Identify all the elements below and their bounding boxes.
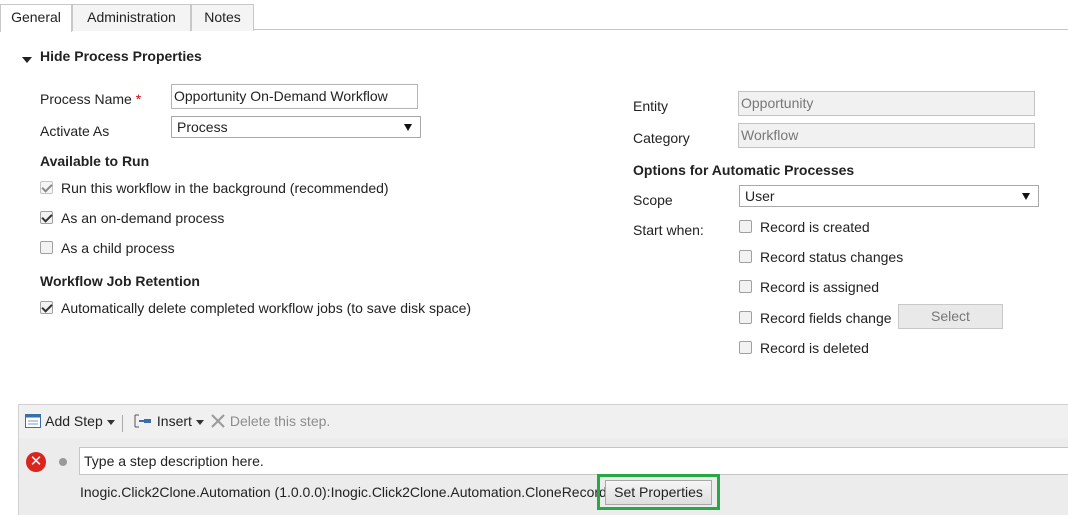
record-assigned-label: Record is assigned bbox=[760, 279, 880, 295]
on-demand-checkbox[interactable] bbox=[40, 211, 53, 224]
tab-general[interactable]: General bbox=[0, 4, 72, 32]
delete-step-button[interactable]: Delete this step. bbox=[210, 413, 330, 429]
record-created-label: Record is created bbox=[760, 219, 870, 235]
scope-value: User bbox=[745, 188, 775, 204]
run-in-background-checkbox[interactable] bbox=[40, 181, 53, 194]
child-process-label: As a child process bbox=[61, 240, 175, 256]
record-status-changes-checkbox[interactable] bbox=[739, 250, 752, 263]
record-assigned-checkbox[interactable] bbox=[739, 280, 752, 293]
scope-label: Scope bbox=[633, 192, 673, 208]
start-when-label: Start when: bbox=[633, 222, 704, 238]
activate-as-select[interactable]: Process bbox=[171, 116, 421, 138]
chevron-down-icon bbox=[195, 419, 204, 425]
entity-label: Entity bbox=[633, 98, 669, 114]
insert-button[interactable]: Insert bbox=[133, 413, 204, 429]
process-name-label: Process Name * bbox=[40, 91, 141, 107]
run-in-background-label: Run this workflow in the background (rec… bbox=[61, 180, 389, 196]
category-field: Workflow bbox=[738, 123, 1035, 148]
process-name-label-text: Process Name bbox=[40, 91, 132, 107]
step-assembly-text: Inogic.Click2Clone.Automation (1.0.0.0):… bbox=[80, 484, 614, 500]
add-step-label: Add Step bbox=[45, 413, 103, 429]
step-description-input[interactable]: Type a step description here. bbox=[79, 447, 1068, 475]
record-deleted-checkbox[interactable] bbox=[739, 341, 752, 354]
insert-label: Insert bbox=[156, 413, 192, 429]
step-bullet bbox=[59, 458, 67, 466]
tab-administration[interactable]: Administration bbox=[72, 4, 191, 31]
chevron-down-icon bbox=[106, 419, 115, 425]
on-demand-label: As an on-demand process bbox=[61, 210, 225, 226]
tab-bar: General Administration Notes bbox=[0, 0, 1068, 32]
add-step-button[interactable]: Add Step bbox=[25, 413, 115, 429]
delete-step-label: Delete this step. bbox=[229, 413, 331, 429]
dropdown-arrow-icon bbox=[1022, 193, 1030, 200]
available-to-run-heading: Available to Run bbox=[40, 153, 150, 169]
collapse-arrow-icon[interactable] bbox=[22, 57, 32, 63]
automatic-options-heading: Options for Automatic Processes bbox=[633, 162, 855, 178]
insert-icon bbox=[134, 414, 151, 428]
child-process-checkbox[interactable] bbox=[40, 241, 53, 254]
dropdown-arrow-icon bbox=[404, 124, 412, 131]
scope-select[interactable]: User bbox=[739, 185, 1039, 207]
process-name-field[interactable]: Opportunity On-Demand Workflow bbox=[171, 84, 418, 109]
activate-as-label: Activate As bbox=[40, 123, 110, 139]
workflow-job-retention-heading: Workflow Job Retention bbox=[40, 273, 200, 289]
set-properties-button[interactable]: Set Properties bbox=[605, 480, 712, 505]
record-status-changes-label: Record status changes bbox=[760, 249, 904, 265]
close-icon bbox=[211, 414, 225, 428]
record-created-checkbox[interactable] bbox=[739, 220, 752, 233]
auto-delete-jobs-checkbox[interactable] bbox=[40, 301, 53, 314]
activate-as-value: Process bbox=[177, 119, 228, 135]
hide-process-properties-toggle[interactable]: Hide Process Properties bbox=[40, 48, 202, 64]
auto-delete-jobs-label: Automatically delete completed workflow … bbox=[61, 300, 472, 316]
add-step-icon bbox=[25, 414, 41, 428]
toolbar-divider bbox=[122, 415, 123, 432]
entity-field: Opportunity bbox=[738, 91, 1035, 116]
error-x-icon: ✕ bbox=[26, 452, 46, 472]
select-fields-button[interactable]: Select bbox=[898, 304, 1003, 329]
record-deleted-label: Record is deleted bbox=[760, 340, 869, 356]
category-label: Category bbox=[633, 130, 690, 146]
record-fields-change-label: Record fields change bbox=[760, 310, 892, 326]
tab-notes[interactable]: Notes bbox=[191, 4, 254, 31]
required-marker: * bbox=[135, 91, 142, 107]
step-toolbar: Add Step Insert Delete this step. bbox=[18, 404, 1068, 438]
record-fields-change-checkbox[interactable] bbox=[739, 311, 752, 324]
